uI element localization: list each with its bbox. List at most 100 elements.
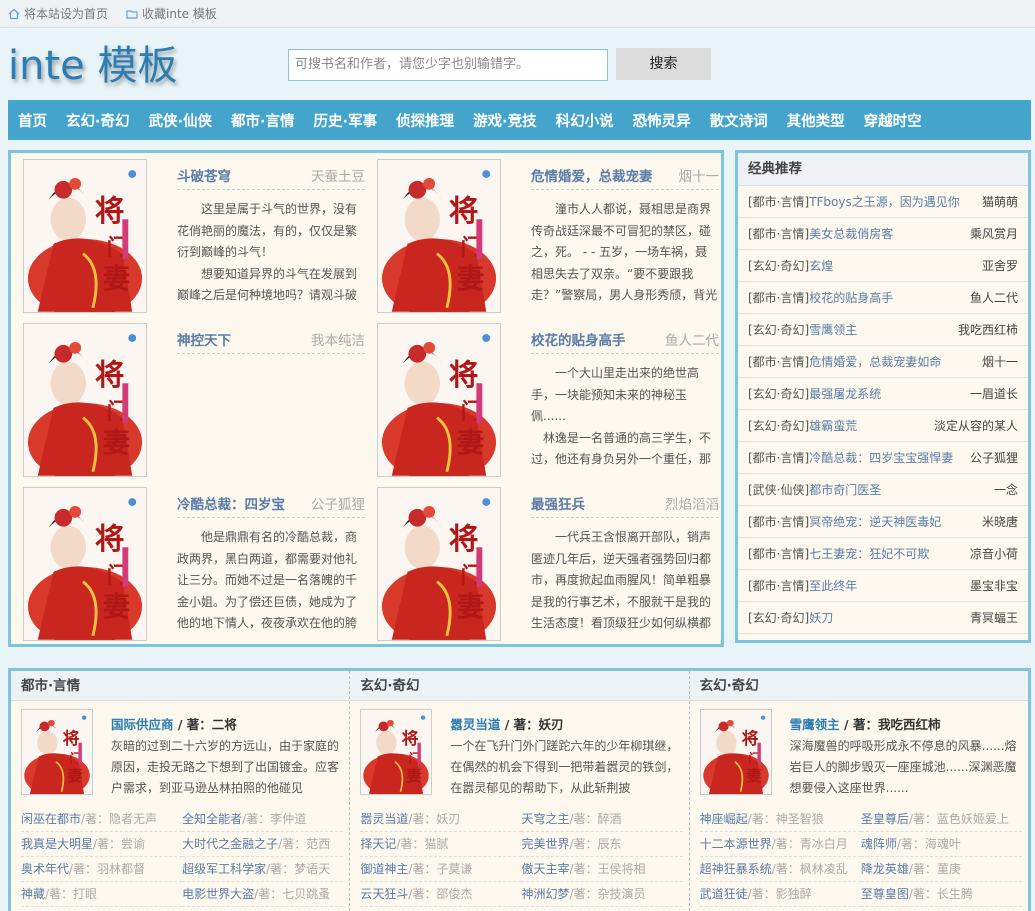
book-title[interactable]: 最强狂兵 [531,493,585,513]
list-item-title[interactable]: 大时代之金融之子 [182,837,278,851]
featured-book-link[interactable]: 国际供应商 [111,717,174,732]
list-item-title[interactable]: 傲天主宰 [521,862,569,876]
sidebar-item-title[interactable]: 七王妻宠：狂妃不可欺 [809,545,966,562]
list-item-title[interactable]: 御道神主 [360,862,408,876]
list-item-title[interactable]: 择天记 [360,837,396,851]
nav-item-horror[interactable]: 恐怖灵异 [633,110,691,131]
nav-item-games[interactable]: 游戏·竞技 [473,110,537,131]
sidebar-item[interactable]: [都市·言情] 美女总裁俏房客 乘风赏月 [738,218,1028,250]
sidebar-item-title[interactable]: 危情婚爱，总裁宠妻如命 [809,353,978,370]
sidebar-item-title[interactable]: 最强屠龙系统 [809,385,966,402]
book-cover[interactable] [377,159,501,313]
sidebar-item-title[interactable]: 美女总裁俏房客 [809,225,966,242]
sidebar-item-title[interactable]: 冥帝绝宠：逆天神医毒妃 [809,513,978,530]
sidebar-item-title[interactable]: 雪鹰领主 [809,321,954,338]
list-item-title[interactable]: 天穹之主 [521,812,569,826]
sidebar-item-category[interactable]: [玄幻·奇幻] [748,321,809,338]
list-item-title[interactable]: 超级军工科学家 [182,862,266,876]
sidebar-item[interactable]: [都市·言情] 校花的贴身高手 鱼人二代 [738,282,1028,314]
list-item-title[interactable]: 神洲幻梦 [521,887,569,901]
book-cover[interactable] [23,487,147,641]
set-homepage-link[interactable]: 将本站设为首页 [8,5,108,22]
sidebar-item-category[interactable]: [都市·言情] [748,289,809,306]
book-cover[interactable] [23,159,147,313]
list-item-title[interactable]: 云天狂斗 [360,887,408,901]
list-item-title[interactable]: 武道狂徒 [700,887,748,901]
list-item-title[interactable]: 神座崛起 [700,812,748,826]
list-item-title[interactable]: 闲巫在都市 [21,812,81,826]
sidebar-item-category[interactable]: [都市·言情] [748,577,809,594]
list-item-title[interactable]: 完美世界 [521,837,569,851]
featured-book-link[interactable]: 嚣灵当道 [450,717,500,732]
site-logo[interactable]: inte 模板 [8,42,177,90]
list-item-title[interactable]: 我真是大明星 [21,837,93,851]
nav-item-poetry[interactable]: 散文诗词 [710,110,768,131]
sidebar-item-title[interactable]: TFboys之王源，因为遇见你 [809,193,978,210]
book-cover[interactable] [377,323,501,477]
sidebar-item-title[interactable]: 雄霸蛮荒 [809,417,930,434]
book-title[interactable]: 校花的贴身高手 [531,329,626,349]
book-title[interactable]: 斗破苍穹 [177,165,231,185]
featured-cover[interactable] [699,709,772,795]
sidebar-item[interactable]: [武侠·仙侠] 都市奇门医圣 一念 [738,474,1028,506]
sidebar-item-title[interactable]: 至此终年 [809,577,966,594]
nav-item-scifi[interactable]: 科幻小说 [556,110,614,131]
nav-item-fantasy[interactable]: 玄幻·奇幻 [66,110,130,131]
bookmark-link[interactable]: 收藏inte 模板 [126,5,217,22]
sidebar-item[interactable]: [玄幻·奇幻] 玄煌 亚舍罗 [738,250,1028,282]
list-item-title[interactable]: 奥术年代 [21,862,69,876]
featured-cover[interactable] [21,709,93,795]
list-item-title[interactable]: 魂阵师 [861,837,897,851]
sidebar-item[interactable]: [玄幻·奇幻] 雄霸蛮荒 淡定从容的某人 [738,410,1028,442]
nav-item-urban[interactable]: 都市·言情 [231,110,295,131]
sidebar-item-category[interactable]: [玄幻·奇幻] [748,609,809,626]
sidebar-item[interactable]: [玄幻·奇幻] 妖刀 青冥蝠王 [738,602,1028,634]
book-title[interactable]: 神控天下 [177,329,231,349]
book-cover[interactable] [377,487,501,641]
nav-item-other[interactable]: 其他类型 [787,110,845,131]
sidebar-item-category[interactable]: [都市·言情] [748,193,809,210]
list-item-title[interactable]: 嚣灵当道 [360,812,408,826]
list-item-title[interactable]: 电影世界大盗 [182,887,254,901]
sidebar-item-category[interactable]: [玄幻·奇幻] [748,417,809,434]
sidebar-item-category[interactable]: [都市·言情] [748,449,809,466]
list-item-title[interactable]: 十二本源世界 [700,837,772,851]
sidebar-item-category[interactable]: [武侠·仙侠] [748,481,809,498]
list-item-title[interactable]: 至尊皇图 [861,887,909,901]
sidebar-item-category[interactable]: [都市·言情] [748,545,809,562]
sidebar-item-category[interactable]: [玄幻·奇幻] [748,385,809,402]
nav-item-history[interactable]: 历史·军事 [314,110,378,131]
sidebar-item-title[interactable]: 玄煌 [809,257,978,274]
sidebar-item[interactable]: [都市·言情] TFboys之王源，因为遇见你 猫萌萌 [738,186,1028,218]
list-item-title[interactable]: 超神狂暴系统 [700,862,772,876]
list-item-title[interactable]: 全知全能者 [182,812,242,826]
sidebar-item-category[interactable]: [都市·言情] [748,513,809,530]
sidebar-item-category[interactable]: [玄幻·奇幻] [748,257,809,274]
list-item-title[interactable]: 降龙英雄 [861,862,909,876]
list-item-title[interactable]: 圣皇尊后 [861,812,909,826]
sidebar-item[interactable]: [都市·言情] 至此终年 墨宝非宝 [738,570,1028,602]
sidebar-item-title[interactable]: 都市奇门医圣 [809,481,990,498]
list-item-title[interactable]: 神藏 [21,887,45,901]
sidebar-item-title[interactable]: 校花的贴身高手 [809,289,966,306]
sidebar-item[interactable]: [都市·言情] 七王妻宠：狂妃不可欺 凉音小荷 [738,538,1028,570]
sidebar-item-title[interactable]: 妖刀 [809,609,966,626]
book-title[interactable]: 冷酷总裁：四岁宝 [177,493,285,513]
sidebar-item[interactable]: [玄幻·奇幻] 雪鹰领主 我吃西红柿 [738,314,1028,346]
nav-item-wuxia[interactable]: 武侠·仙侠 [149,110,213,131]
sidebar-item-category[interactable]: [都市·言情] [748,353,809,370]
sidebar-item-title[interactable]: 冷酷总裁：四岁宝宝强悍妻 [809,449,966,466]
sidebar-item[interactable]: [都市·言情] 冥帝绝宠：逆天神医毒妃 米晓唐 [738,506,1028,538]
search-input[interactable]: 可搜书名和作者，请您少字也别输错字。 [288,49,608,81]
sidebar-item-category[interactable]: [都市·言情] [748,225,809,242]
featured-cover[interactable] [360,709,433,795]
nav-item-home[interactable]: 首页 [18,110,47,131]
sidebar-item[interactable]: [都市·言情] 冷酷总裁：四岁宝宝强悍妻 公子狐狸 [738,442,1028,474]
nav-item-detective[interactable]: 侦探推理 [396,110,454,131]
book-title[interactable]: 危情婚爱，总裁宠妻 [531,165,653,185]
sidebar-item[interactable]: [玄幻·奇幻] 最强屠龙系统 一眉道长 [738,378,1028,410]
sidebar-item[interactable]: [都市·言情] 危情婚爱，总裁宠妻如命 烟十一 [738,346,1028,378]
featured-book-link[interactable]: 雪鹰领主 [790,717,840,732]
nav-item-timetravel[interactable]: 穿越时空 [864,110,922,131]
book-cover[interactable] [23,323,147,477]
